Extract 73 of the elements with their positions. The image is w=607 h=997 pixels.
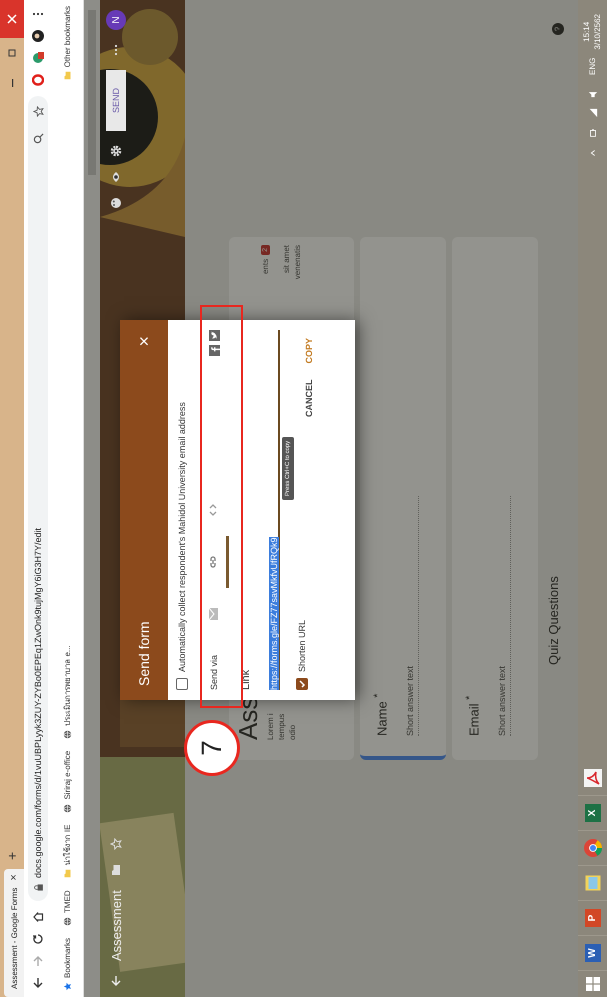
dialog-title: Send form bbox=[136, 620, 152, 686]
other-bookmarks[interactable]: Other bookmarks bbox=[63, 6, 72, 80]
folder-icon[interactable] bbox=[110, 864, 122, 876]
link-field[interactable]: https://forms.gle/FZ77savMkfvUfRQk9 bbox=[269, 537, 279, 690]
reload-icon[interactable] bbox=[32, 933, 44, 945]
powerpoint-app-icon[interactable]: P bbox=[584, 909, 600, 927]
step-callout: 7 bbox=[184, 720, 240, 776]
email-icon bbox=[206, 607, 218, 621]
close-icon bbox=[7, 14, 17, 24]
eye-icon[interactable] bbox=[110, 171, 122, 184]
bookmark[interactable]: TMED bbox=[63, 890, 72, 926]
windows-icon[interactable] bbox=[586, 977, 600, 991]
twitter-icon[interactable] bbox=[208, 330, 220, 341]
tab-close-button[interactable]: × bbox=[8, 871, 20, 884]
folder-icon bbox=[63, 71, 72, 80]
browser-tab[interactable]: Assessment - Google Forms × bbox=[4, 869, 24, 997]
answer-field[interactable]: Short answer text bbox=[403, 496, 420, 736]
answer-field[interactable]: Short answer text bbox=[495, 496, 512, 736]
check-icon bbox=[297, 679, 307, 689]
bookmark[interactable]: Bookmarks bbox=[63, 938, 72, 991]
send-via-label: Send via bbox=[209, 654, 219, 690]
language-indicator[interactable]: ENG bbox=[588, 58, 597, 75]
globe-icon bbox=[63, 730, 72, 739]
battery-icon[interactable] bbox=[588, 128, 598, 138]
form-title[interactable]: Assessment bbox=[108, 890, 124, 961]
form-description: venenatis bbox=[293, 245, 302, 280]
lock-icon bbox=[34, 884, 42, 891]
checkbox-label: Shorten URL bbox=[297, 620, 307, 672]
section-title: Quiz Questions bbox=[546, 575, 561, 667]
back-icon[interactable] bbox=[32, 977, 44, 989]
facebook-icon[interactable] bbox=[208, 345, 220, 356]
checkbox-label: Automatically collect respondent's Mahidol University email address bbox=[177, 402, 187, 672]
checkbox[interactable] bbox=[176, 678, 188, 690]
code-icon bbox=[206, 503, 218, 517]
close-window-button[interactable] bbox=[0, 0, 24, 38]
bookmark[interactable]: ประเมินการพยาบาล e... bbox=[61, 645, 74, 739]
folder-icon bbox=[63, 869, 72, 878]
home-icon[interactable] bbox=[32, 911, 44, 923]
star-icon bbox=[63, 982, 72, 991]
help-icon[interactable] bbox=[552, 23, 564, 35]
copy-button[interactable]: COPY bbox=[298, 330, 320, 372]
bookmark[interactable]: Siriraj e-office bbox=[63, 750, 72, 813]
new-tab-button[interactable]: + bbox=[4, 848, 20, 863]
opera-icon[interactable] bbox=[32, 74, 44, 86]
extension-icon[interactable] bbox=[32, 52, 44, 64]
close-button[interactable]: × bbox=[134, 334, 154, 349]
palette-icon[interactable] bbox=[110, 197, 122, 210]
signal-icon[interactable] bbox=[588, 108, 598, 118]
chrome-app-icon[interactable] bbox=[584, 839, 602, 857]
send-button[interactable]: SEND bbox=[106, 70, 126, 132]
form-description: sit amet bbox=[282, 245, 291, 274]
bookmark[interactable]: น่าใช้งาก IE bbox=[61, 824, 74, 878]
checkbox[interactable] bbox=[296, 678, 308, 690]
excel-app-icon[interactable]: X bbox=[584, 804, 600, 822]
pdf-app-icon[interactable] bbox=[584, 769, 602, 787]
form-description: tempus bbox=[277, 712, 286, 740]
cancel-button[interactable]: CANCEL bbox=[298, 372, 320, 426]
avatar-icon[interactable] bbox=[32, 30, 44, 42]
settings-icon[interactable] bbox=[110, 145, 122, 158]
scrollbar[interactable] bbox=[84, 0, 100, 997]
responses-tab[interactable]: ents bbox=[261, 258, 270, 274]
clock-time: 15:14 bbox=[582, 22, 592, 42]
address-field[interactable]: docs.google.com/forms/d/1vuUBPLyyk3ZUY-ZYBo0EPEq1ZwOnk9tujMgY6iG3H7Y/edit bbox=[28, 96, 48, 901]
form-description: Lorem i bbox=[266, 712, 275, 740]
globe-icon bbox=[63, 916, 72, 926]
restore-icon[interactable] bbox=[7, 48, 17, 58]
form-description: odio bbox=[288, 724, 297, 740]
tab-title: Assessment - Google Forms bbox=[10, 888, 18, 989]
clock-date: 3/10/2562 bbox=[592, 14, 602, 50]
zoom-icon[interactable] bbox=[32, 133, 44, 144]
word-app-icon[interactable]: W bbox=[584, 944, 600, 962]
star-icon[interactable] bbox=[32, 106, 44, 117]
globe-icon bbox=[63, 804, 72, 813]
